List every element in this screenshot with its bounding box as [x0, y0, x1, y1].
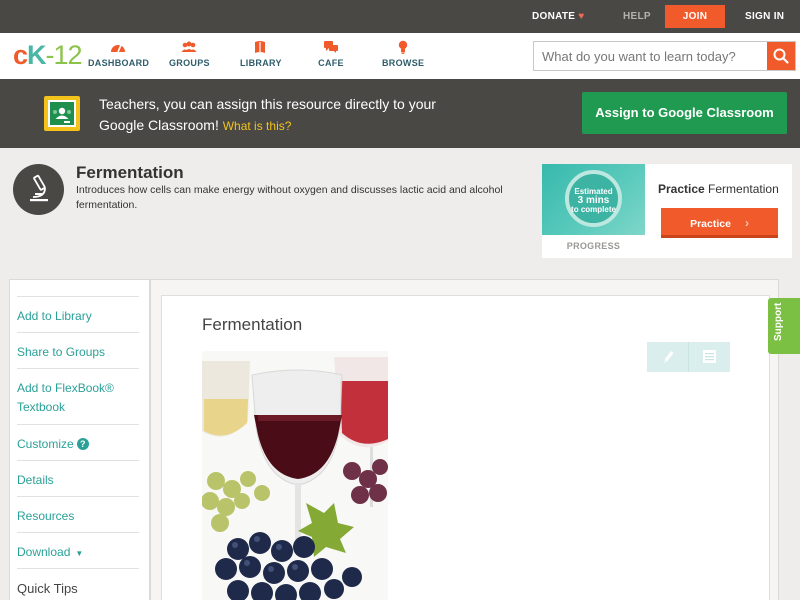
help-link[interactable]: HELP [623, 11, 651, 22]
ck12-logo[interactable]: cK-12 [13, 40, 83, 70]
estimate-line-3: to complete [571, 205, 616, 214]
sidebar: Add to Library Share to Groups Add to Fl… [9, 279, 150, 600]
support-label: Support [773, 302, 784, 341]
sidebar-item-label: Download [17, 545, 71, 559]
logo-number: 12 [53, 40, 83, 70]
search-box [533, 41, 796, 71]
tools-divider [688, 342, 689, 372]
browse-icon [382, 40, 424, 54]
cafe-icon [316, 40, 346, 54]
wine-glasses-photo [202, 351, 388, 600]
concept-description: Introduces how cells can make energy wit… [76, 184, 503, 211]
sidebar-item-label: Resources [17, 509, 75, 523]
practice-title: Practice Fermentation [658, 182, 779, 196]
nav-library[interactable]: LIBRARY [240, 40, 282, 68]
nav-cafe[interactable]: CAFE [316, 40, 346, 68]
nav-dashboard-label: DASHBOARD [88, 58, 150, 68]
what-is-this-link[interactable]: What is this? [223, 119, 292, 133]
practice-progress-graphic: Estimated 3 mins to complete [542, 164, 645, 235]
sidebar-item-label: Customize [17, 437, 74, 451]
practice-title-rest: Fermentation [708, 182, 779, 196]
sidebar-item-label: Add to FlexBook® Textbook [17, 381, 114, 414]
arrow-right-icon: › [744, 216, 749, 230]
sidebar-item-add-to-flexbook[interactable]: Add to FlexBook® Textbook [17, 368, 139, 424]
sidebar-item-customize[interactable]: Customize? [17, 424, 139, 460]
donate-label: DONATE [532, 11, 576, 22]
support-tab[interactable]: Support [768, 298, 800, 354]
sidebar-item-add-to-library[interactable]: Add to Library [17, 296, 139, 332]
google-classroom-icon [44, 96, 80, 131]
question-icon[interactable]: ? [76, 438, 89, 450]
sidebar-item-quick-tips[interactable]: Quick Tips [17, 568, 139, 600]
nav-browse-label: BROWSE [382, 58, 425, 68]
nav-groups-label: GROUPS [169, 58, 210, 68]
notes-icon[interactable] [702, 349, 717, 369]
article-title: Fermentation [202, 315, 303, 334]
nav-cafe-label: CAFE [318, 58, 344, 68]
logo-c: c [13, 40, 28, 70]
sidebar-item-label: Quick Tips [17, 581, 78, 596]
top-utility-bar: DONATE ♥ HELP JOIN SIGN IN [0, 0, 800, 33]
assign-google-classroom-button[interactable]: Assign to Google Classroom [582, 92, 787, 134]
practice-card: Estimated 3 mins to complete PROGRESS Pr… [542, 164, 792, 258]
microscope-icon [13, 164, 64, 215]
library-icon [240, 40, 280, 54]
groups-icon [169, 40, 209, 54]
search-input[interactable] [534, 42, 768, 70]
sidebar-item-details[interactable]: Details [17, 460, 139, 496]
main-navbar: cK-12 DASHBOARD GROUPS LIBRARY CAFE BROW… [0, 33, 800, 79]
heart-icon: ♥ [578, 11, 585, 22]
estimate-ring: Estimated 3 mins to complete [565, 170, 622, 227]
nav-library-label: LIBRARY [240, 58, 282, 68]
practice-button[interactable]: Practice › [661, 208, 778, 238]
progress-label: PROGRESS [566, 241, 621, 251]
nav-browse[interactable]: BROWSE [382, 40, 424, 68]
caret-down-icon: ▼ [75, 549, 84, 558]
google-classroom-banner: Teachers, you can assign this resource d… [0, 79, 800, 148]
sidebar-item-download[interactable]: Download ▼ [17, 532, 139, 568]
dashboard-icon [88, 40, 148, 54]
sidebar-item-share-to-groups[interactable]: Share to Groups [17, 332, 139, 368]
sidebar-item-label: Details [17, 473, 54, 487]
donate-link[interactable]: DONATE ♥ [532, 11, 585, 22]
concept-title: Fermentation [76, 163, 184, 182]
sidebar-item-label: Add to Library [17, 309, 92, 323]
article-tools [647, 342, 730, 372]
banner-message: Teachers, you can assign this resource d… [99, 94, 459, 137]
sidebar-item-resources[interactable]: Resources [17, 496, 139, 532]
practice-title-bold: Practice [658, 182, 705, 196]
search-button[interactable] [767, 42, 795, 70]
join-button[interactable]: JOIN [665, 5, 725, 28]
nav-groups[interactable]: GROUPS [169, 40, 210, 68]
pencil-icon[interactable] [661, 349, 675, 370]
sidebar-item-label: Share to Groups [17, 345, 106, 359]
logo-dash: - [45, 40, 55, 70]
sign-in-link[interactable]: SIGN IN [745, 11, 784, 22]
practice-button-label: Practice [690, 218, 731, 230]
search-icon [773, 48, 789, 64]
logo-k: K [27, 40, 46, 70]
nav-dashboard[interactable]: DASHBOARD [88, 40, 150, 68]
